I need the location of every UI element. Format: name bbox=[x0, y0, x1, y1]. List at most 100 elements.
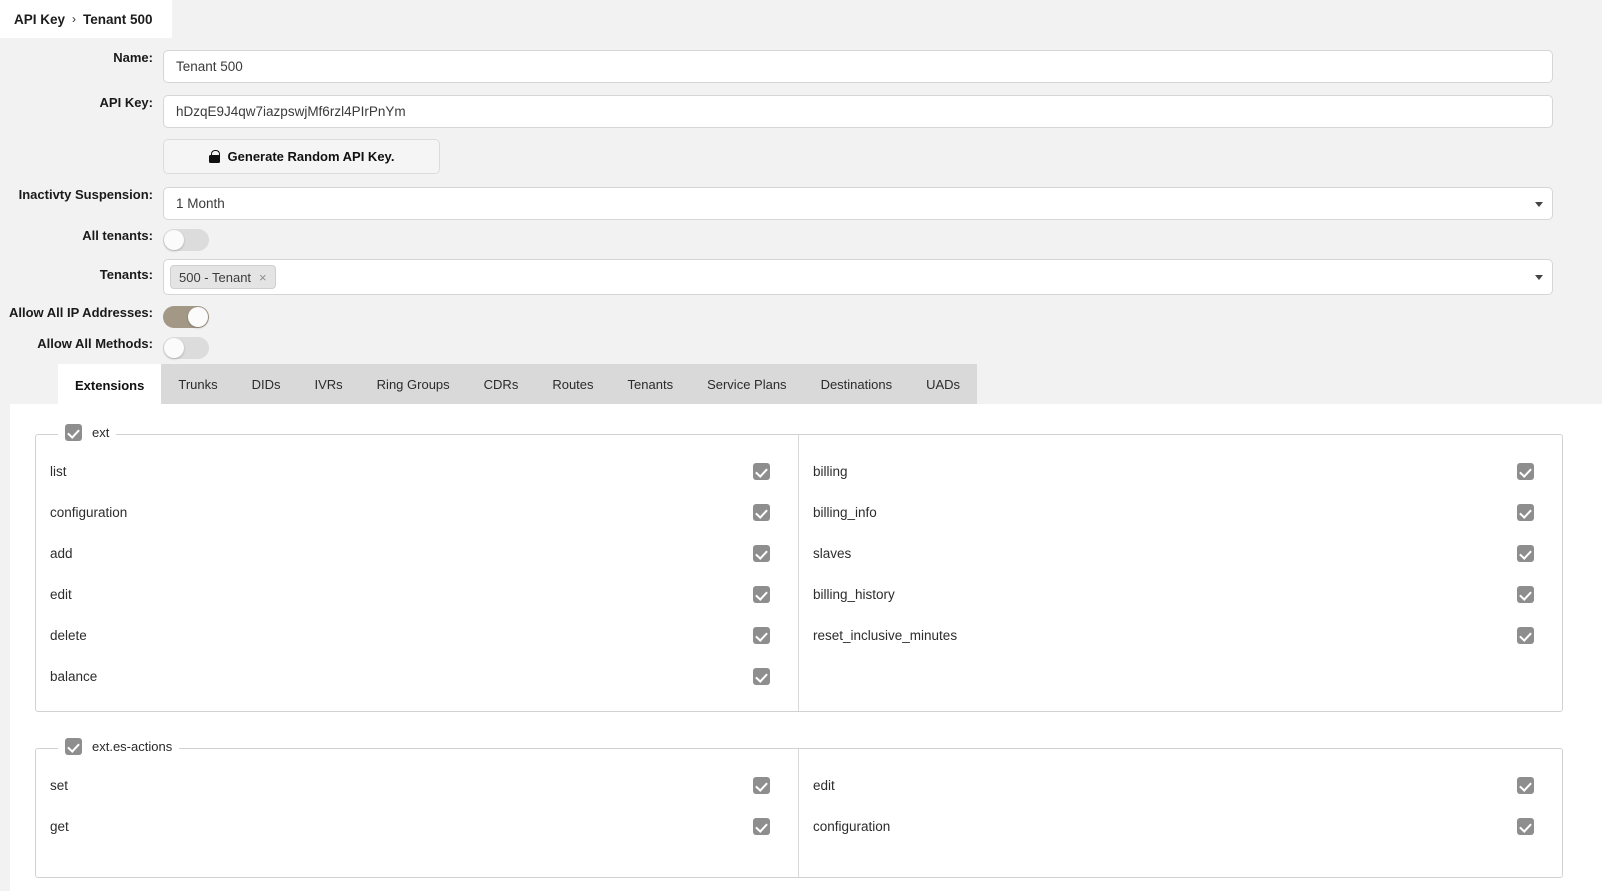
form-row-allow-all-methods: Allow All Methods: bbox=[0, 336, 1602, 364]
permission-checkbox[interactable] bbox=[1517, 818, 1534, 835]
generate-button-label: Generate Random API Key. bbox=[227, 149, 395, 164]
allow-all-ip-toggle[interactable] bbox=[163, 306, 209, 328]
allow-all-methods-toggle[interactable] bbox=[163, 337, 209, 359]
tab-extensions[interactable]: Extensions bbox=[58, 364, 162, 404]
chevron-down-icon bbox=[1535, 201, 1543, 207]
inactivity-suspension-select[interactable]: 1 Month bbox=[163, 187, 1553, 220]
permission-checkbox[interactable] bbox=[753, 777, 770, 794]
tenant-tag-label: 500 - Tenant bbox=[179, 269, 252, 285]
inactivity-suspension-label: Inactivty Suspension: bbox=[18, 187, 153, 202]
permission-checkbox[interactable] bbox=[753, 504, 770, 521]
permission-label: edit bbox=[50, 587, 72, 602]
allow-all-ip-wrap bbox=[163, 305, 209, 333]
allow-all-methods-label: Allow All Methods: bbox=[37, 336, 153, 351]
tab-label: IVRs bbox=[314, 376, 343, 392]
form-row-api-key: API Key: hDzqE9J4qw7iazpswjMf6rzl4PIrPnY… bbox=[0, 95, 1602, 128]
form-row-tenants: Tenants: 500 - Tenant × bbox=[0, 259, 1602, 295]
permission-checkbox[interactable] bbox=[753, 586, 770, 603]
permission-column-right: billing billing_infoslaves billing_history… bbox=[799, 435, 1562, 711]
permission-checkbox[interactable] bbox=[753, 818, 770, 835]
remove-tenant-icon[interactable]: × bbox=[259, 271, 267, 284]
tenants-multiselect[interactable]: 500 - Tenant × bbox=[163, 259, 1553, 295]
permissions-panel: ext list configuration add edit delete balance… bbox=[10, 404, 1602, 891]
permission-label: edit bbox=[813, 778, 835, 793]
tenant-tag: 500 - Tenant × bbox=[170, 265, 276, 289]
permission-checkbox[interactable] bbox=[1517, 627, 1534, 644]
tab-cdrs[interactable]: CDRs bbox=[466, 364, 536, 404]
breadcrumb-current: Tenant 500 bbox=[83, 11, 153, 27]
tab-routes[interactable]: Routes bbox=[535, 364, 611, 404]
permission-checkbox[interactable] bbox=[1517, 777, 1534, 794]
inactivity-selected-value: 1 Month bbox=[176, 196, 225, 211]
permission-columns: set get edit configuration bbox=[36, 749, 1562, 877]
chevron-down-icon bbox=[1535, 275, 1543, 280]
api-key-input[interactable]: hDzqE9J4qw7iazpswjMf6rzl4PIrPnYm bbox=[163, 95, 1553, 128]
permission-row: billing_info bbox=[799, 492, 1562, 533]
tab-ring-groups[interactable]: Ring Groups bbox=[359, 364, 467, 404]
permission-checkbox[interactable] bbox=[753, 545, 770, 562]
tab-dids[interactable]: DIDs bbox=[234, 364, 298, 404]
api-key-form: Name: Tenant 500 API Key: hDzqE9J4qw7iaz… bbox=[0, 38, 1602, 364]
breadcrumb-root[interactable]: API Key bbox=[14, 12, 65, 27]
permission-row: get bbox=[36, 806, 798, 847]
generate-random-api-key-button[interactable]: Generate Random API Key. bbox=[163, 139, 440, 174]
form-row-all-tenants: All tenants: bbox=[0, 228, 1602, 256]
permission-row: balance bbox=[36, 656, 798, 697]
permission-label: configuration bbox=[813, 819, 891, 834]
all-tenants-toggle[interactable] bbox=[163, 229, 209, 251]
permission-label: billing bbox=[813, 464, 848, 479]
tab-label: Routes bbox=[552, 376, 594, 392]
tab-service-plans[interactable]: Service Plans bbox=[690, 364, 804, 404]
permission-checkbox[interactable] bbox=[753, 463, 770, 480]
tab-trunks[interactable]: Trunks bbox=[161, 364, 235, 404]
permission-checkbox[interactable] bbox=[753, 627, 770, 644]
tenants-label: Tenants: bbox=[99, 267, 153, 282]
tab-ivrs[interactable]: IVRs bbox=[297, 364, 360, 404]
toggle-knob bbox=[164, 338, 184, 358]
tab-label: Trunks bbox=[178, 376, 218, 392]
permission-checkbox[interactable] bbox=[1517, 545, 1534, 562]
tab-tenants[interactable]: Tenants bbox=[610, 364, 691, 404]
permission-row: configuration bbox=[799, 806, 1562, 847]
tab-label: Extensions bbox=[75, 377, 145, 393]
breadcrumb: API Key › Tenant 500 bbox=[0, 0, 172, 38]
permission-row: edit bbox=[799, 765, 1562, 806]
tab-label: DIDs bbox=[251, 376, 281, 392]
permission-label: set bbox=[50, 778, 69, 793]
tab-destinations[interactable]: Destinations bbox=[803, 364, 910, 404]
permission-checkbox[interactable] bbox=[1517, 586, 1534, 603]
permission-label: balance bbox=[50, 669, 98, 684]
permission-row: edit bbox=[36, 574, 798, 615]
permission-checkbox[interactable] bbox=[1517, 463, 1534, 480]
permission-row: list bbox=[36, 451, 798, 492]
tab-bar: Extensions Trunks DIDs IVRs Ring Groups CDRs R… bbox=[0, 364, 1602, 404]
name-label: Name: bbox=[113, 50, 153, 65]
permission-label: add bbox=[50, 546, 73, 561]
permission-checkbox[interactable] bbox=[1517, 504, 1534, 521]
api-key-editor-page: API Key › Tenant 500 Name: Tenant 500 AP… bbox=[0, 0, 1602, 891]
form-row-inactivity: Inactivty Suspension: 1 Month bbox=[0, 187, 1602, 220]
permission-group-ext: ext list configuration add edit delete balance… bbox=[35, 424, 1563, 712]
permission-label: billing_info bbox=[813, 505, 877, 520]
api-key-field-wrap: hDzqE9J4qw7iazpswjMf6rzl4PIrPnYm bbox=[163, 95, 1553, 128]
lock-icon bbox=[208, 150, 220, 163]
tab-uads[interactable]: UADs bbox=[909, 364, 978, 404]
form-row-generate: Generate Random API Key. bbox=[0, 139, 1602, 174]
toggle-knob bbox=[188, 307, 208, 327]
generate-wrap: Generate Random API Key. bbox=[163, 139, 440, 174]
form-row-name: Name: Tenant 500 bbox=[0, 50, 1602, 83]
api-key-label: API Key: bbox=[99, 95, 153, 110]
toggle-knob bbox=[164, 230, 184, 250]
tab-label: UADs bbox=[926, 376, 961, 392]
permission-row: reset_inclusive_minutes bbox=[799, 615, 1562, 656]
permission-row: configuration bbox=[36, 492, 798, 533]
tab-label: Tenants bbox=[627, 376, 674, 392]
name-input[interactable]: Tenant 500 bbox=[163, 50, 1553, 83]
permission-label: list bbox=[50, 464, 67, 479]
permission-label: slaves bbox=[813, 546, 852, 561]
permission-label: delete bbox=[50, 628, 87, 643]
permission-checkbox[interactable] bbox=[753, 668, 770, 685]
tab-label: Service Plans bbox=[707, 376, 787, 392]
permission-row: billing_history bbox=[799, 574, 1562, 615]
all-tenants-label: All tenants: bbox=[82, 228, 153, 243]
